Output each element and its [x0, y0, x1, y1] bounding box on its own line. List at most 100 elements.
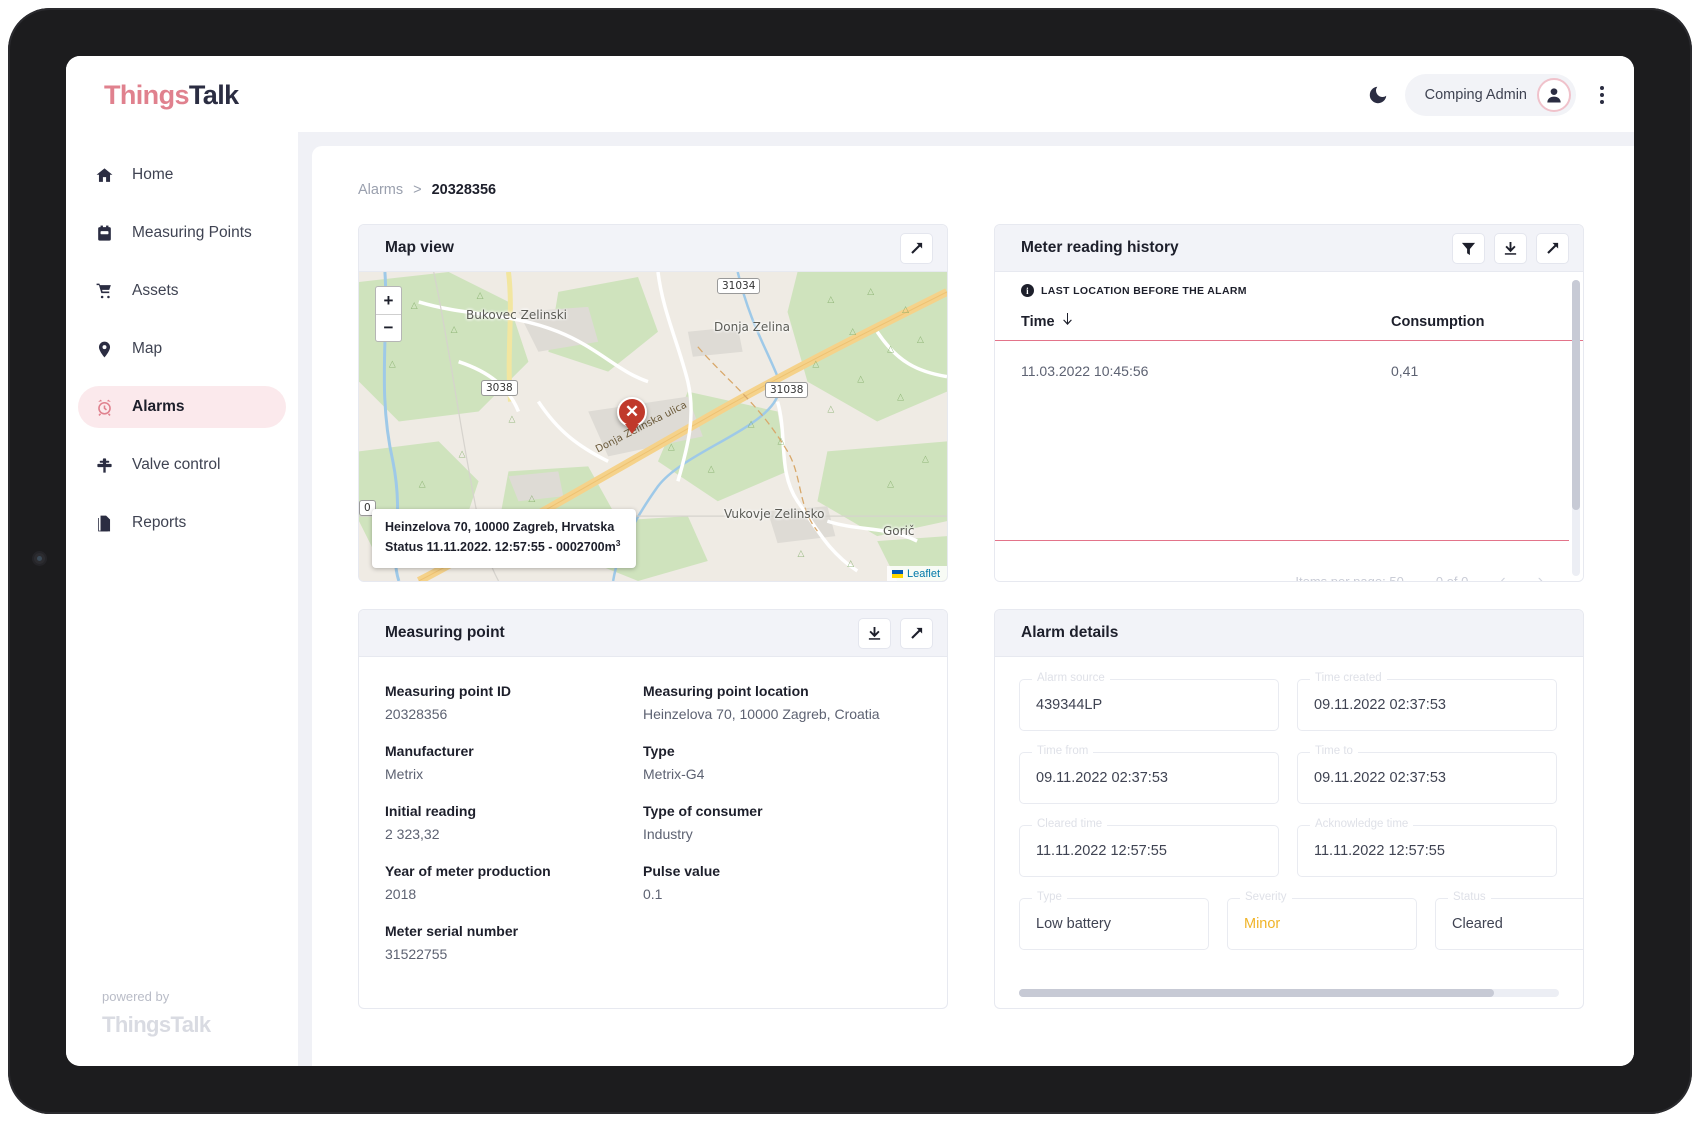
sidebar-item-assets[interactable]: Assets	[78, 270, 286, 312]
sidebar-item-home[interactable]: Home	[78, 154, 286, 196]
field-time-created[interactable]: Time created 09.11.2022 02:37:53	[1297, 672, 1557, 731]
chevron-right-icon[interactable]: ›	[1538, 572, 1543, 581]
sidebar-item-reports[interactable]: Reports	[78, 502, 286, 544]
measuring-point-column-right: Measuring point location Heinzelova 70, …	[643, 683, 921, 983]
svg-text:△: △	[887, 345, 894, 355]
meter-card-header: Meter reading history	[995, 225, 1583, 272]
top-bar: ThingsTalk Comping Admin	[66, 56, 1634, 132]
expand-icon[interactable]	[900, 232, 933, 264]
field-value: 2018	[385, 886, 417, 902]
items-per-page[interactable]: Items per page: 50	[1295, 574, 1403, 582]
column-header-time[interactable]: Time	[1021, 313, 1391, 330]
svg-text:△: △	[477, 291, 484, 301]
column-header-time-label: Time	[1021, 313, 1055, 330]
download-icon[interactable]	[1494, 232, 1527, 264]
top-bar-actions: Comping Admin	[1367, 74, 1612, 116]
field-value: Low battery	[1036, 916, 1111, 932]
field-value: 0.1	[643, 886, 663, 902]
content-area: Alarms > 20328356 Map view △ △ △ △ △ △ △…	[298, 132, 1634, 1066]
map-place-label: Bukovec Zelinski	[466, 308, 568, 322]
leaflet-attribution[interactable]: Leaflet	[886, 566, 947, 581]
scrollbar-thumb[interactable]	[1572, 280, 1580, 510]
kebab-menu-icon[interactable]	[1592, 80, 1612, 110]
table-row[interactable]: 11.03.2022 10:45:56 0,41	[995, 341, 1583, 379]
powered-by-logo: ThingsTalk	[102, 1012, 211, 1038]
map-zoom-controls[interactable]: + −	[375, 286, 402, 342]
expand-icon[interactable]	[1536, 232, 1569, 264]
svg-text:△: △	[528, 494, 535, 504]
horizontal-scrollbar[interactable]	[1019, 989, 1559, 997]
map-place-label: Gorič	[883, 524, 915, 538]
field-alarm-source[interactable]: Alarm source 439344LP	[1019, 672, 1279, 731]
field-initial-reading: Initial reading 2 323,32	[385, 803, 643, 842]
scrollbar-thumb[interactable]	[1019, 989, 1495, 997]
breadcrumb-current: 20328356	[431, 182, 497, 198]
chevron-left-icon[interactable]: ‹	[1500, 572, 1505, 581]
field-value: 20328356	[385, 706, 448, 722]
alarm-field-row-2: Time from 09.11.2022 02:37:53 Time to 09…	[1019, 745, 1557, 804]
map-canvas[interactable]: △ △ △ △ △ △ △ △ △ △ △ △ △ △ △ △ △ △ △ △	[359, 272, 947, 581]
sidebar: Home Measuring Points Assets Map Alarms …	[66, 132, 298, 1066]
field-cleared-time[interactable]: Cleared time 11.11.2022 12:57:55	[1019, 818, 1279, 877]
map-zoom-out-button[interactable]: −	[376, 314, 401, 341]
svg-text:△: △	[917, 335, 924, 345]
user-menu[interactable]: Comping Admin	[1404, 74, 1576, 116]
field-status[interactable]: Status Cleared	[1435, 891, 1583, 950]
map-zoom-in-button[interactable]: +	[376, 287, 401, 314]
map-tooltip: Heinzelova 70, 10000 Zagreb, Hrvatska St…	[372, 509, 637, 568]
leaflet-label: Leaflet	[906, 568, 940, 580]
field-label: Meter serial number	[385, 923, 519, 939]
meter-table-body: i LAST LOCATION BEFORE THE ALARM Time Co…	[995, 272, 1583, 582]
sidebar-item-label: Measuring Points	[132, 224, 252, 241]
sidebar-nav: Home Measuring Points Assets Map Alarms …	[66, 154, 298, 544]
road-shield: 3038	[481, 380, 518, 396]
measuring-point-card-actions	[858, 617, 933, 649]
field-label: Year of meter production	[385, 863, 551, 879]
field-time-from[interactable]: Time from 09.11.2022 02:37:53	[1019, 745, 1279, 804]
filter-icon[interactable]	[1452, 232, 1485, 264]
sidebar-item-alarms[interactable]: Alarms	[78, 386, 286, 428]
avatar[interactable]	[1537, 78, 1571, 112]
svg-text:△: △	[797, 549, 804, 559]
vertical-scrollbar[interactable]	[1572, 280, 1580, 576]
field-acknowledge-time[interactable]: Acknowledge time 11.11.2022 12:57:55	[1297, 818, 1557, 877]
svg-text:△: △	[849, 327, 856, 337]
map-tooltip-status: Status 11.11.2022. 12:57:55 - 0002700m3	[385, 537, 620, 558]
expand-icon[interactable]	[900, 617, 933, 649]
paginator-range: 0 of 0	[1435, 573, 1469, 582]
moon-icon[interactable]	[1367, 84, 1389, 106]
sidebar-item-measuring-points[interactable]: Measuring Points	[78, 212, 286, 254]
camera-dot	[34, 553, 45, 564]
field-value: 11.11.2022 12:57:55	[1036, 843, 1167, 859]
alarm-marker-icon[interactable]: ✕	[617, 397, 647, 427]
field-label: Type	[643, 743, 675, 759]
measuring-point-fields: Measuring point ID 20328356 Manufacturer…	[359, 657, 947, 983]
map-card-header: Map view	[359, 225, 947, 272]
column-header-consumption[interactable]: Consumption	[1391, 313, 1484, 330]
field-label: Time to	[1310, 745, 1358, 757]
alarm-details-card: Alarm details Alarm source 439344LP Time…	[994, 609, 1584, 1009]
download-icon[interactable]	[858, 617, 891, 649]
cards-grid: Map view △ △ △ △ △ △ △ △ △ △ △ △ △ △ △ △…	[358, 224, 1584, 1009]
sidebar-item-valve-control[interactable]: Valve control	[78, 444, 286, 486]
field-type-of-consumer: Type of consumer Industry	[643, 803, 921, 842]
svg-text:△: △	[748, 419, 755, 429]
sidebar-item-label: Valve control	[132, 456, 221, 473]
svg-text:△: △	[451, 325, 458, 335]
field-year-of-meter-production: Year of meter production 2018	[385, 863, 643, 902]
field-label: Alarm source	[1032, 672, 1110, 684]
field-value: 09.11.2022 02:37:53	[1314, 697, 1446, 713]
field-time-to[interactable]: Time to 09.11.2022 02:37:53	[1297, 745, 1557, 804]
field-label: Type	[1032, 891, 1067, 903]
road-shield: 31038	[765, 382, 809, 398]
breadcrumb-parent[interactable]: Alarms	[358, 182, 403, 198]
app-logo[interactable]: ThingsTalk	[104, 80, 239, 111]
map-tooltip-status-text: Status 11.11.2022. 12:57:55 - 0002700m	[385, 540, 616, 555]
sidebar-item-map[interactable]: Map	[78, 328, 286, 370]
measuring-point-card: Measuring point Measuring point ID 20328…	[358, 609, 948, 1009]
sidebar-item-label: Alarms	[132, 398, 185, 415]
field-type[interactable]: Type Low battery	[1019, 891, 1209, 950]
map-tooltip-status-sup: 3	[615, 538, 621, 549]
field-severity[interactable]: Severity Minor	[1227, 891, 1417, 950]
field-value: 09.11.2022 02:37:53	[1036, 770, 1168, 786]
